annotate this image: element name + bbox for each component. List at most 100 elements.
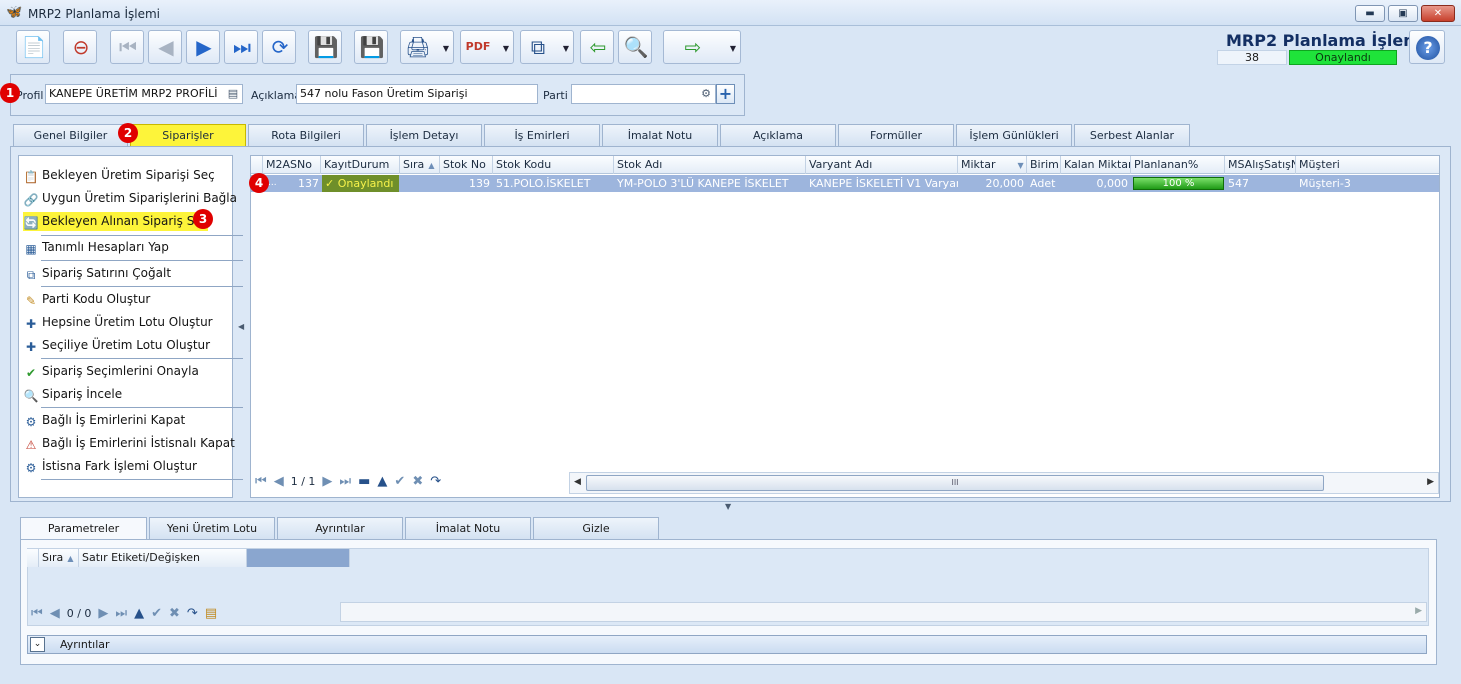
- exit-button[interactable]: ⇨ ▼: [663, 30, 741, 64]
- action-bagli-is-emirlerini-istisnali-kapat[interactable]: ⚠ Bağlı İş Emirlerini İstisnalı Kapat: [23, 434, 235, 453]
- collapse-left-icon[interactable]: ◀: [238, 322, 244, 331]
- action-bekleyen-alinan-siparis-sec[interactable]: 🔄 Bekleyen Alınan Sipariş Seç: [23, 212, 209, 231]
- action-siparis-incele[interactable]: 🔍 Sipariş İncele: [23, 385, 123, 404]
- col-birim[interactable]: Birim: [1027, 156, 1061, 174]
- save-cancel-button[interactable]: 💾: [354, 30, 388, 64]
- tab-formuller[interactable]: Formüller: [838, 124, 954, 146]
- col-stok-kodu[interactable]: Stok Kodu: [493, 156, 614, 174]
- action-parti-kodu-olustur[interactable]: ✎ Parti Kodu Oluştur: [23, 290, 150, 309]
- nav-confirm-icon[interactable]: ✔: [151, 606, 162, 621]
- next-record-button[interactable]: ▶: [186, 30, 220, 64]
- scroll-left-icon[interactable]: ◀: [574, 477, 581, 487]
- col-satir-etiketi[interactable]: Satır Etiketi/Değişken: [79, 549, 247, 567]
- tab-siparisler[interactable]: Siparişler: [130, 124, 246, 146]
- action-hepsine-uretim-lotu-olustur[interactable]: ✚ Hepsine Üretim Lotu Oluştur: [23, 313, 213, 332]
- nav-confirm-icon[interactable]: ✔: [394, 474, 405, 489]
- parti-settings-icon[interactable]: ⚙: [697, 85, 715, 103]
- tab-imalat-notu[interactable]: İmalat Notu: [602, 124, 718, 146]
- col-kalan-miktar[interactable]: Kalan Miktar: [1061, 156, 1131, 174]
- tab-bottom-imalat-notu[interactable]: İmalat Notu: [405, 517, 531, 539]
- nav-export-icon[interactable]: ▤: [205, 606, 217, 621]
- pdf-export-button[interactable]: PDF ▼: [460, 30, 514, 64]
- nav-next-icon[interactable]: ▶: [322, 474, 332, 489]
- nav-prev-icon[interactable]: ◀: [274, 474, 284, 489]
- tab-ayrintilar[interactable]: Ayrıntılar: [277, 517, 403, 539]
- nav-refresh-icon[interactable]: ↷: [187, 606, 198, 621]
- nav-up-icon[interactable]: ▲: [134, 606, 144, 621]
- nav-first-icon[interactable]: ⏮: [31, 606, 43, 621]
- col-sira[interactable]: Sıra ▲: [39, 549, 79, 567]
- nav-next-icon[interactable]: ▶: [98, 606, 108, 621]
- col-miktar[interactable]: Miktar ▼: [958, 156, 1027, 174]
- nav-cancel-icon[interactable]: ✖: [412, 474, 423, 489]
- expand-toggle-icon[interactable]: ⌄: [30, 637, 45, 652]
- profile-field[interactable]: KANEPE ÜRETİM MRP2 PROFİLİ: [45, 84, 243, 104]
- tab-aciklama[interactable]: Açıklama: [720, 124, 836, 146]
- action-bekleyen-uretim-siparisi-sec[interactable]: 📋 Bekleyen Üretim Siparişi Seç: [23, 166, 215, 185]
- tab-rota-bilgileri[interactable]: Rota Bilgileri: [248, 124, 364, 146]
- nav-last-icon[interactable]: ⏭: [115, 606, 127, 621]
- first-record-button[interactable]: ⏮: [110, 30, 144, 64]
- scroll-thumb[interactable]: III: [586, 475, 1324, 491]
- col-m2asno[interactable]: M2ASNo: [263, 156, 321, 174]
- details-bar[interactable]: ⌄ Ayrıntılar: [27, 635, 1427, 654]
- col-sira[interactable]: Sıra ▲: [400, 156, 440, 174]
- nav-delete-icon[interactable]: ▬: [358, 474, 370, 489]
- col-ms-alis-satis-no[interactable]: MSAlışSatışNo: [1225, 156, 1296, 174]
- tab-is-emirleri[interactable]: İş Emirleri: [484, 124, 600, 146]
- tab-islem-gunlukleri[interactable]: İşlem Günlükleri: [956, 124, 1072, 146]
- lookup-icon[interactable]: ▤: [224, 85, 242, 103]
- action-uygun-uretim-siparislerini-bagla[interactable]: 🔗 Uygun Üretim Siparişlerini Bağla: [23, 189, 237, 208]
- prev-record-button[interactable]: ◀: [148, 30, 182, 64]
- nav-up-icon[interactable]: ▲: [377, 474, 387, 489]
- nav-refresh-icon[interactable]: ↷: [430, 474, 441, 489]
- maximize-button[interactable]: ▣: [1388, 5, 1418, 22]
- cell-stok-no: 139: [469, 177, 490, 190]
- last-record-button[interactable]: ⏭: [224, 30, 258, 64]
- import-button[interactable]: ⇦: [580, 30, 614, 64]
- copy-document-button[interactable]: ⧉ ▼: [520, 30, 574, 64]
- action-seciliye-uretim-lotu-olustur[interactable]: ✚ Seçiliye Üretim Lotu Oluştur: [23, 336, 210, 355]
- col-planlanan[interactable]: Planlanan%: [1131, 156, 1225, 174]
- new-document-button[interactable]: 📄: [16, 30, 50, 64]
- tab-serbest-alanlar[interactable]: Serbest Alanlar: [1074, 124, 1190, 146]
- nav-first-icon[interactable]: ⏮: [255, 474, 267, 489]
- action-tanimli-hesaplari-yap[interactable]: ▦ Tanımlı Hesapları Yap: [23, 238, 169, 257]
- filter-icon[interactable]: ▼: [1018, 161, 1024, 170]
- cell-kalan-miktar: 0,000: [1096, 177, 1129, 190]
- close-button[interactable]: ✕: [1421, 5, 1455, 22]
- help-button[interactable]: ?: [1409, 30, 1445, 64]
- action-siparis-satirini-cogalt[interactable]: ⧉ Sipariş Satırını Çoğalt: [23, 264, 171, 283]
- delete-document-button[interactable]: ⊖: [63, 30, 97, 64]
- tab-yeni-uretim-lotu[interactable]: Yeni Üretim Lotu: [149, 517, 275, 539]
- minimize-button[interactable]: ▬: [1355, 5, 1385, 22]
- tab-genel-bilgiler[interactable]: Genel Bilgiler: [13, 124, 128, 146]
- action-istisna-fark-islemi-olustur[interactable]: ⚙ İstisna Fark İşlemi Oluştur: [23, 457, 197, 476]
- table-row[interactable]: ... 137 ✓ Onaylandı 139 51.POLO.İSKELET …: [251, 175, 1439, 192]
- aciklama-field[interactable]: 547 nolu Fason Üretim Siparişi: [296, 84, 538, 104]
- action-siparis-secimlerini-onayla[interactable]: ✔ Sipariş Seçimlerini Onayla: [23, 362, 199, 381]
- tab-parametreler[interactable]: Parametreler: [20, 517, 147, 540]
- col-kayit-durum[interactable]: KayıtDurum: [321, 156, 400, 174]
- parameters-horizontal-scrollbar[interactable]: ▶: [340, 602, 1427, 622]
- print-button[interactable]: 🖨 ▼: [400, 30, 454, 64]
- parti-field[interactable]: [571, 84, 716, 104]
- col-stok-no[interactable]: Stok No: [440, 156, 493, 174]
- scroll-right-icon[interactable]: ▶: [1415, 606, 1422, 616]
- col-varyant-adi[interactable]: Varyant Adı: [806, 156, 958, 174]
- grid-horizontal-scrollbar[interactable]: ◀ III ▶: [569, 472, 1439, 494]
- nav-prev-icon[interactable]: ◀: [50, 606, 60, 621]
- nav-last-icon[interactable]: ⏭: [339, 474, 351, 489]
- scroll-right-icon[interactable]: ▶: [1427, 477, 1434, 487]
- search-settings-button[interactable]: 🔍: [618, 30, 652, 64]
- splitter-down-icon[interactable]: ▼: [725, 502, 731, 511]
- save-button[interactable]: 💾: [308, 30, 342, 64]
- col-stok-adi[interactable]: Stok Adı: [614, 156, 806, 174]
- action-bagli-is-emirlerini-kapat[interactable]: ⚙ Bağlı İş Emirlerini Kapat: [23, 411, 186, 430]
- col-musteri[interactable]: Müşteri: [1296, 156, 1439, 174]
- add-parti-button[interactable]: +: [716, 84, 735, 104]
- tab-islem-detayi[interactable]: İşlem Detayı: [366, 124, 482, 146]
- refresh-button[interactable]: ⟳: [262, 30, 296, 64]
- tab-gizle[interactable]: Gizle: [533, 517, 659, 539]
- nav-cancel-icon[interactable]: ✖: [169, 606, 180, 621]
